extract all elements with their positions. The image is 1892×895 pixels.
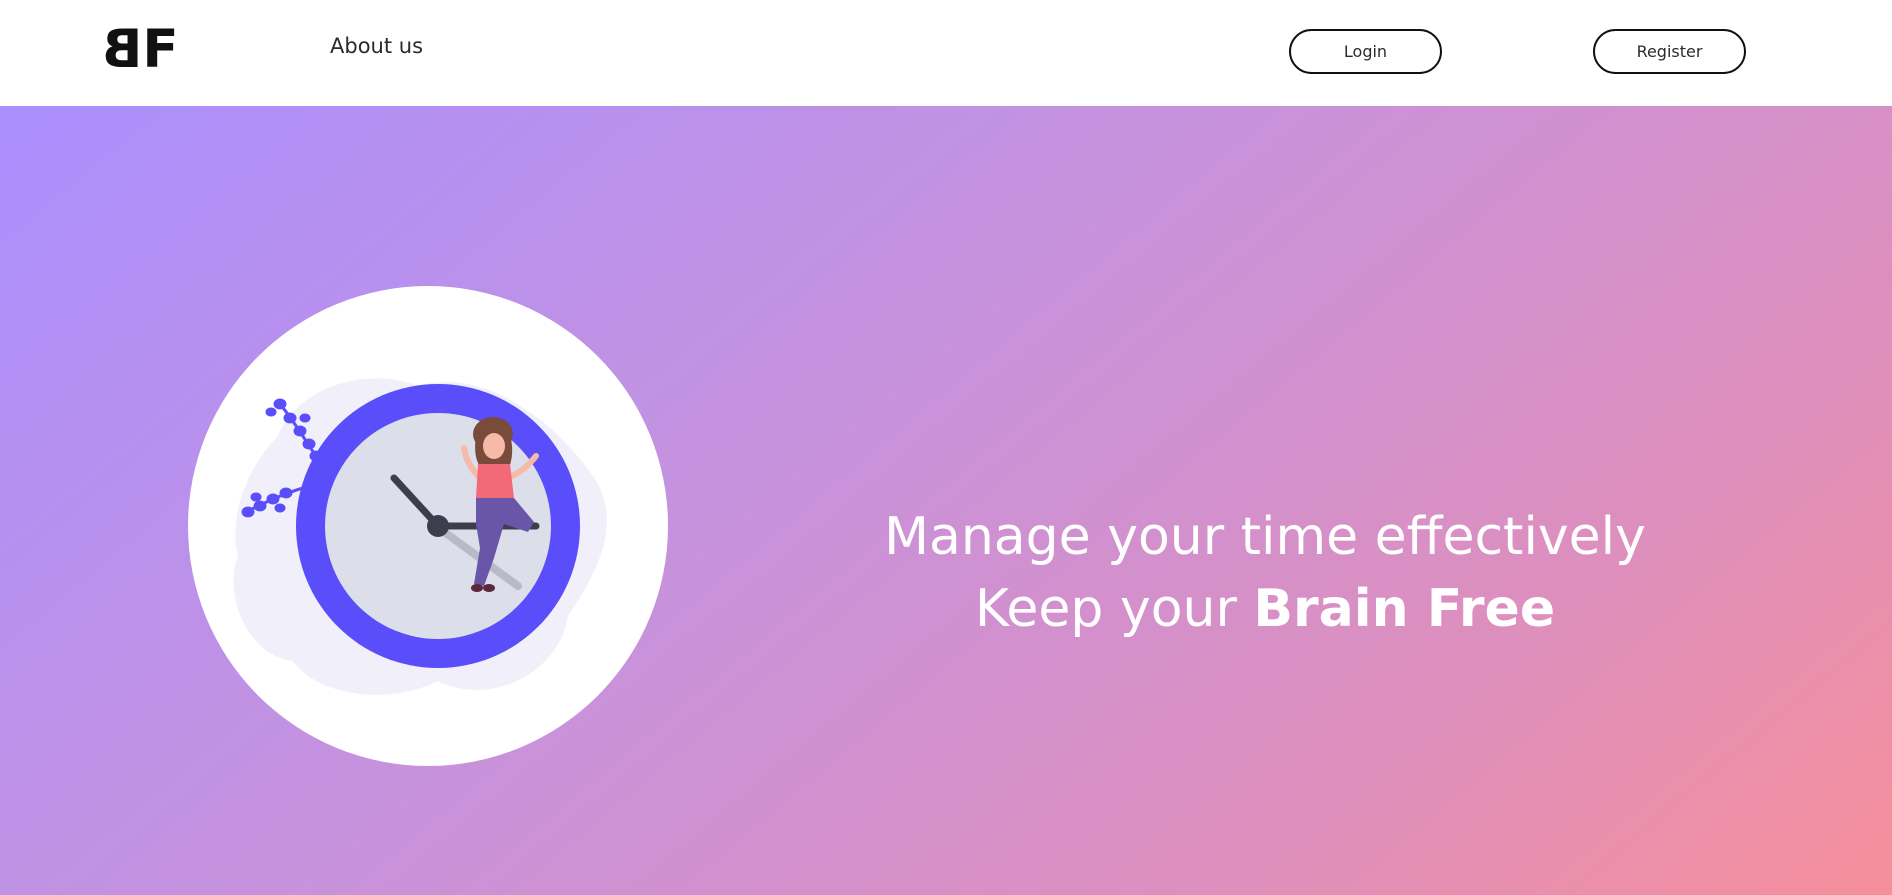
clock-center [427, 515, 449, 537]
logo-letter-f: F [142, 19, 181, 80]
nav-link-about[interactable]: About us [330, 34, 423, 58]
register-button[interactable]: Register [1593, 29, 1746, 74]
headline-line-2: Keep your Brain Free [830, 573, 1700, 645]
woman-sitting-on-clock-illustration [188, 286, 668, 766]
headline-line-2-prefix: Keep your [974, 578, 1254, 639]
navbar: BF About us Login Register [0, 0, 1892, 106]
headline-brand-name: Brain Free [1253, 578, 1556, 639]
logo-letter-b: B [100, 19, 143, 80]
login-button[interactable]: Login [1289, 29, 1442, 74]
hero-section: Manage your time effectively Keep your B… [0, 106, 1892, 895]
hero-headline: Manage your time effectively Keep your B… [830, 501, 1700, 645]
headline-line-1: Manage your time effectively [884, 506, 1646, 567]
logo[interactable]: BF [100, 19, 181, 80]
